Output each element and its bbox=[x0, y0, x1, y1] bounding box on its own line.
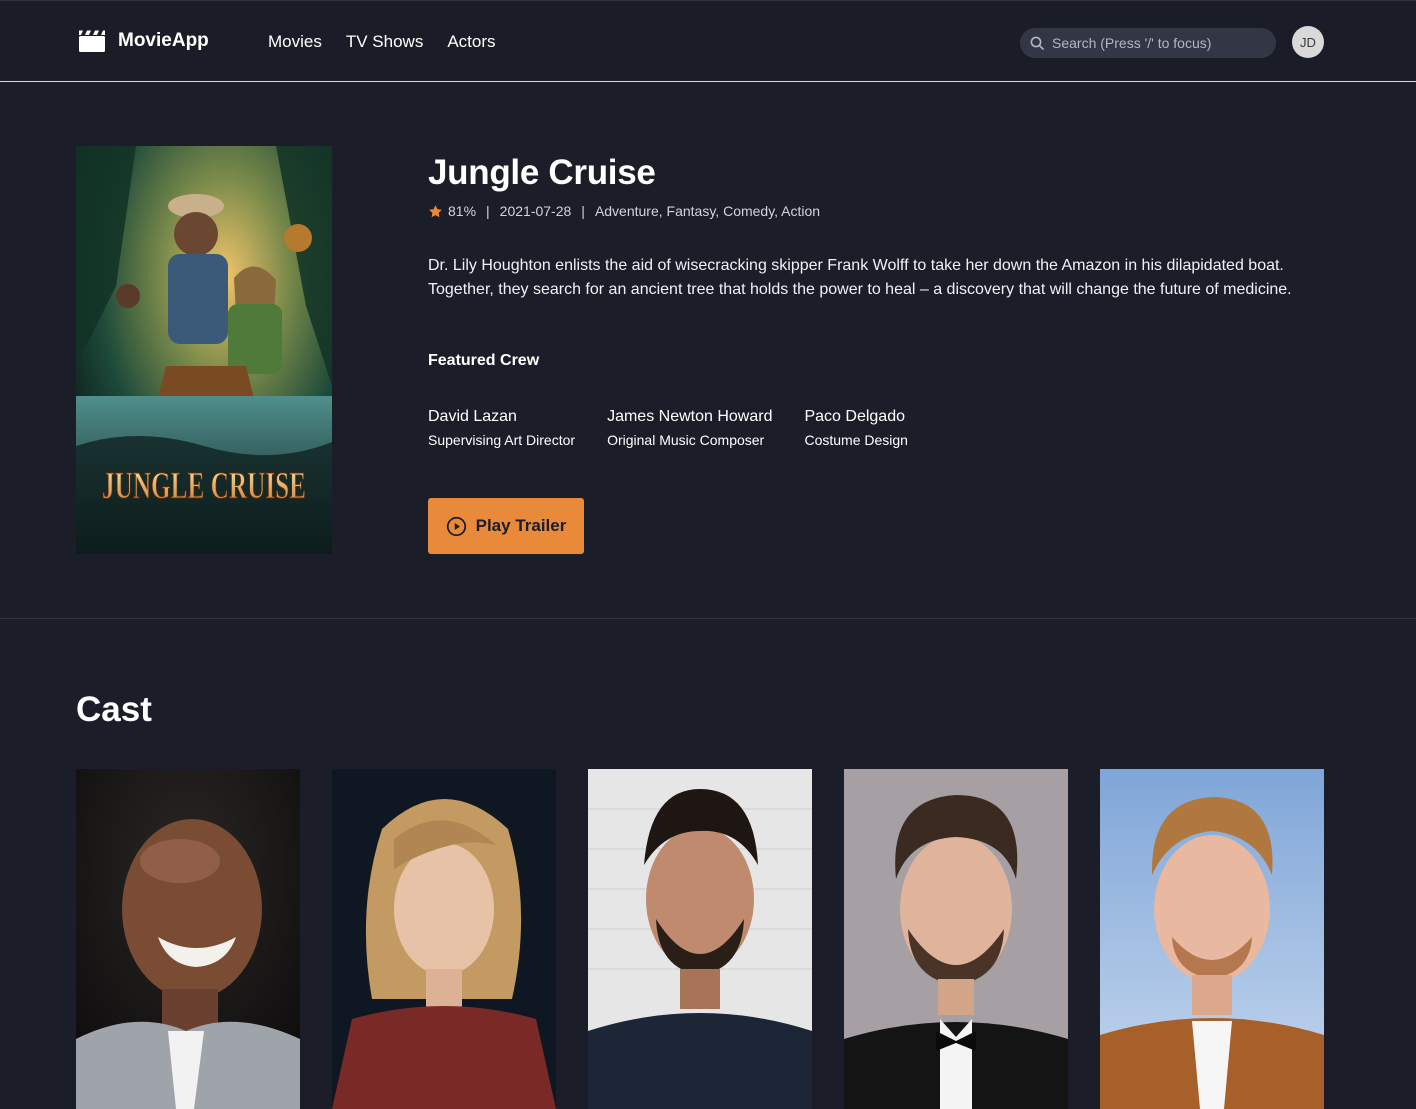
movie-overview: Dr. Lily Houghton enlists the aid of wis… bbox=[428, 257, 1292, 298]
cast-heading: Cast bbox=[76, 690, 152, 729]
crew-item: Paco Delgado Costume Design bbox=[804, 407, 908, 449]
poster-title-art: JUNGLE CRUISE bbox=[102, 465, 306, 507]
section-divider bbox=[0, 618, 1416, 619]
movie-poster: JUNGLE CRUISE bbox=[76, 146, 332, 554]
clapperboard-icon bbox=[79, 30, 105, 52]
movie-title: Jungle Cruise bbox=[428, 153, 656, 192]
meta-separator: | bbox=[581, 203, 585, 219]
cast-photo[interactable] bbox=[76, 769, 300, 1109]
cast-photo[interactable] bbox=[844, 769, 1068, 1109]
main-nav: Movies TV Shows Actors bbox=[268, 32, 520, 52]
featured-crew-heading: Featured Crew bbox=[428, 352, 540, 369]
nav-movies[interactable]: Movies bbox=[268, 32, 322, 52]
play-trailer-button[interactable]: Play Trailer bbox=[428, 498, 584, 554]
nav-tv-shows[interactable]: TV Shows bbox=[346, 32, 423, 52]
cast-photo[interactable] bbox=[1100, 769, 1324, 1109]
crew-item: James Newton Howard Original Music Compo… bbox=[607, 407, 772, 449]
crew-job: Costume Design bbox=[804, 432, 908, 448]
crew-item: David Lazan Supervising Art Director bbox=[428, 407, 575, 449]
crew-job: Original Music Composer bbox=[607, 432, 765, 448]
crew-list: David Lazan Supervising Art Director Jam… bbox=[428, 407, 940, 449]
movie-meta: 81% | 2021-07-28 | Adventure, Fantasy, C… bbox=[428, 203, 820, 219]
play-trailer-label: Play Trailer bbox=[475, 516, 567, 535]
release-date: 2021-07-28 bbox=[499, 203, 572, 219]
cast-photo[interactable] bbox=[332, 769, 556, 1109]
search-box bbox=[1020, 28, 1276, 58]
top-navigation-bar: MovieApp Movies TV Shows Actors JD bbox=[0, 0, 1416, 82]
crew-name: David Lazan bbox=[428, 408, 517, 425]
search-input[interactable] bbox=[1052, 35, 1272, 51]
search-icon bbox=[1030, 36, 1044, 50]
crew-job: Supervising Art Director bbox=[428, 432, 576, 448]
genres: Adventure, Fantasy, Comedy, Action bbox=[594, 203, 821, 219]
crew-name: Paco Delgado bbox=[804, 408, 905, 425]
brand-link[interactable]: MovieApp bbox=[78, 29, 209, 53]
star-icon bbox=[429, 204, 442, 217]
nav-actors[interactable]: Actors bbox=[447, 32, 495, 52]
meta-separator: | bbox=[486, 203, 490, 219]
crew-name: James Newton Howard bbox=[607, 408, 773, 425]
cast-photo[interactable] bbox=[588, 769, 812, 1109]
play-circle-icon bbox=[446, 516, 466, 536]
rating-value: 81% bbox=[448, 203, 477, 219]
brand-name: MovieApp bbox=[118, 30, 209, 51]
user-avatar[interactable]: JD bbox=[1292, 26, 1324, 58]
